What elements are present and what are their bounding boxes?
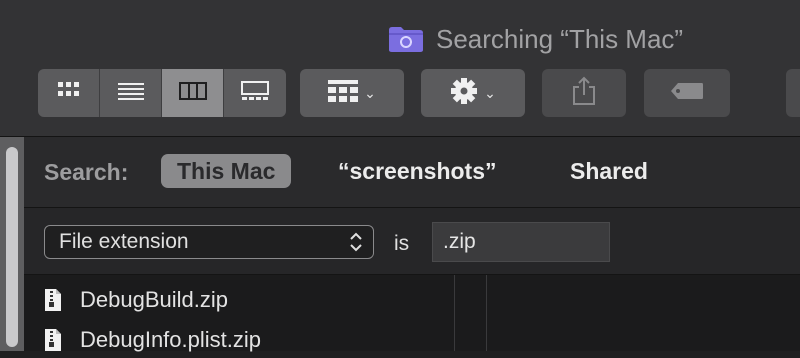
view-mode-control [38,69,286,117]
sidebar-scrollbar[interactable] [6,147,18,347]
smart-folder-icon [388,25,424,53]
chevron-down-icon: ⌄ [364,84,376,101]
search-criteria-row: File extension is .zip [24,208,800,275]
scope-screenshots[interactable]: “screenshots” [322,154,513,188]
toolbar: Searching “This Mac” ⌄ ⌄ [0,0,800,137]
attribute-select-value: File extension [59,230,189,253]
file-name: DebugInfo.plist.zip [80,327,261,352]
attribute-select[interactable]: File extension [44,225,374,259]
extension-value-field[interactable]: .zip [432,222,610,262]
group-grid-icon [328,79,359,107]
overflow-button[interactable] [786,69,800,117]
gallery-view-button[interactable] [224,69,286,117]
list-view-button[interactable] [100,69,162,117]
gallery-view-icon [241,80,269,106]
tags-button[interactable] [644,69,730,117]
column-divider [454,275,455,351]
action-menu-button[interactable]: ⌄ [421,69,525,117]
zip-file-icon [44,328,62,352]
group-by-button[interactable]: ⌄ [300,69,404,117]
column-view-icon [178,81,207,105]
file-name: DebugBuild.zip [80,287,228,312]
gear-icon [450,77,478,110]
column-divider [486,275,487,351]
tag-icon [670,82,704,105]
results-list: DebugBuild.zip DebugInfo.plist.zip [24,275,800,352]
window-title: Searching “This Mac” [388,22,683,56]
scope-shared[interactable]: Shared [554,154,664,188]
scope-this-mac[interactable]: This Mac [161,154,292,188]
icon-view-button[interactable] [38,69,100,117]
search-scope-bar: Search: This Mac “screenshots” Shared [24,137,800,208]
icon-view-icon [57,81,80,105]
updown-chevron-icon [349,230,363,256]
chevron-down-icon: ⌄ [484,84,496,101]
zip-file-icon [44,288,62,312]
sidebar [0,137,24,351]
search-label: Search: [44,159,129,185]
list-view-icon [117,82,144,105]
operator-label: is [394,232,410,255]
column-view-button[interactable] [162,69,224,117]
share-icon [571,76,597,111]
title-text: Searching “This Mac” [436,23,684,54]
finder-window: Searching “This Mac” ⌄ ⌄ Search: This Ma… [0,0,800,352]
list-item[interactable]: DebugBuild.zip [44,285,228,315]
share-button[interactable] [542,69,626,117]
